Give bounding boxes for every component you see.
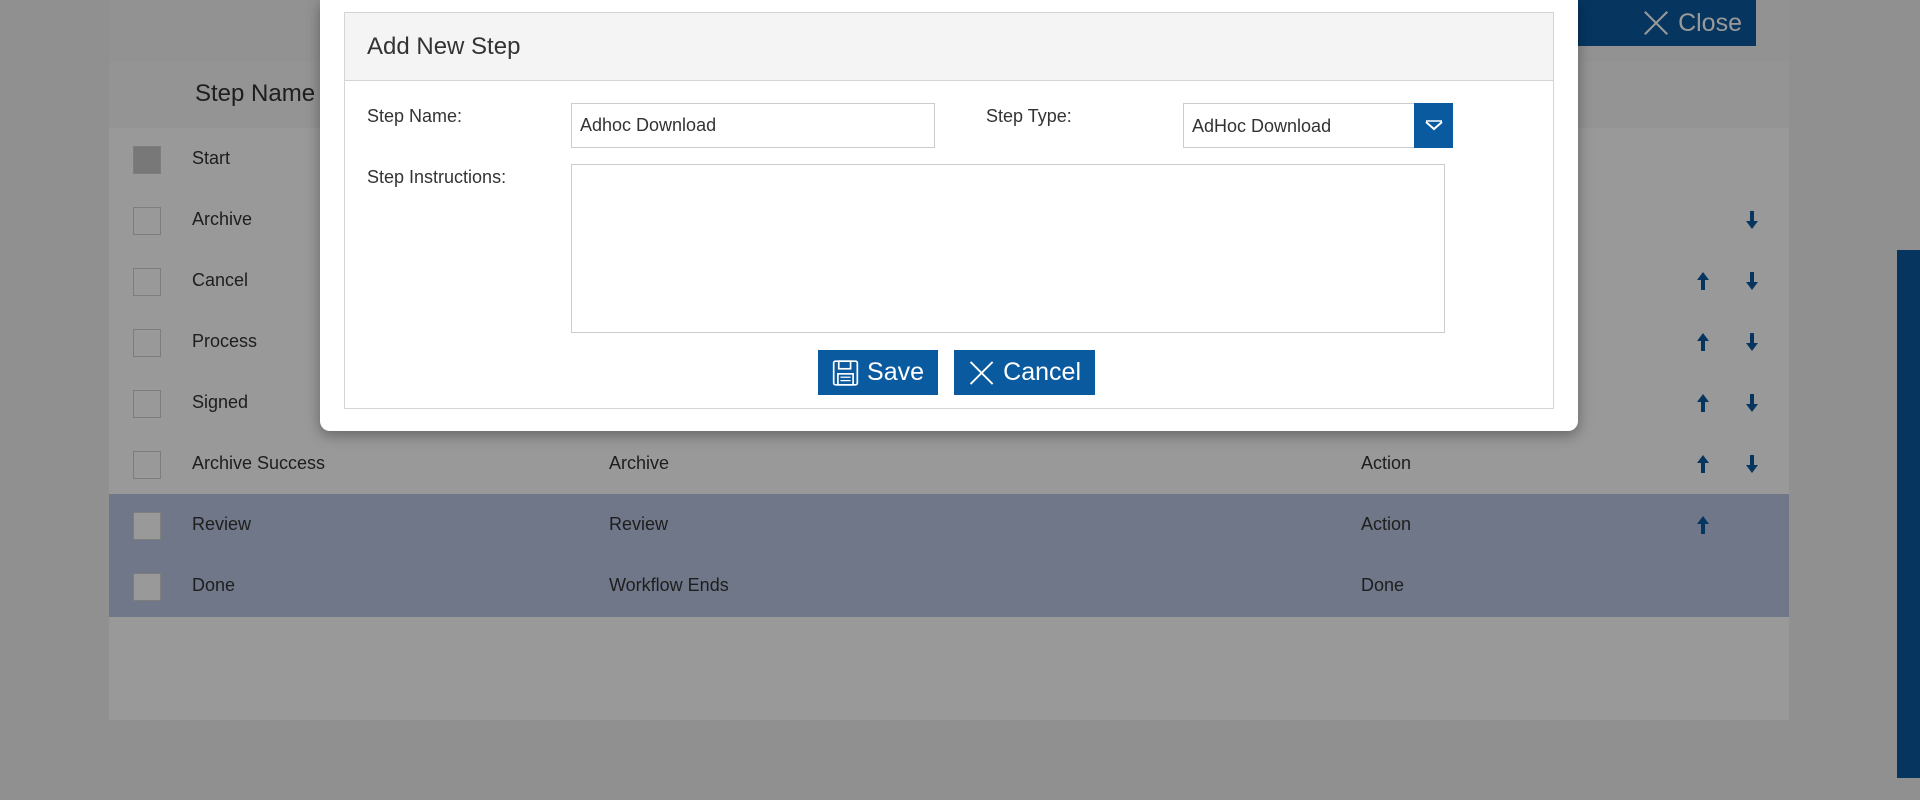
add-step-form: Add New Step Step Name: Step Type: AdHoc… bbox=[344, 12, 1554, 409]
modal-title: Add New Step bbox=[367, 33, 521, 60]
step-type-selected-value: AdHoc Download bbox=[1192, 116, 1332, 136]
cancel-button[interactable]: Cancel bbox=[954, 350, 1095, 395]
floppy-disk-icon bbox=[832, 359, 859, 386]
modal-header: Add New Step bbox=[345, 13, 1553, 81]
step-name-label: Step Name: bbox=[367, 106, 463, 126]
close-icon bbox=[969, 360, 994, 385]
step-type-select[interactable]: AdHoc Download bbox=[1183, 103, 1453, 148]
chevron-down-icon bbox=[1424, 119, 1443, 130]
save-button-label: Save bbox=[867, 358, 924, 386]
step-instructions-textarea[interactable] bbox=[571, 164, 1445, 333]
add-step-modal: Add New Step Step Name: Step Type: AdHoc… bbox=[320, 0, 1578, 431]
step-name-input[interactable] bbox=[571, 103, 935, 148]
step-instructions-label: Step Instructions: bbox=[367, 167, 507, 187]
step-type-dropdown-button[interactable] bbox=[1414, 103, 1453, 148]
step-type-label: Step Type: bbox=[986, 106, 1072, 126]
cancel-button-label: Cancel bbox=[1003, 358, 1081, 386]
save-button[interactable]: Save bbox=[818, 350, 938, 395]
